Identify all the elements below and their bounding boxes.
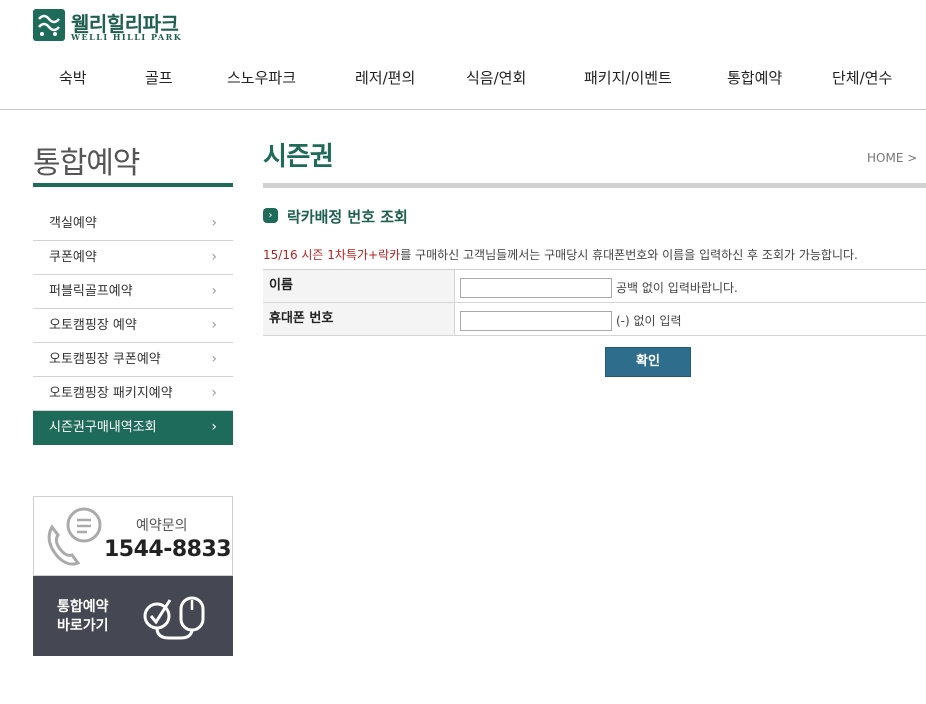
sidebar-item-label: 오토캠핑장 쿠폰예약 bbox=[49, 352, 161, 367]
sidebar-item-coupon[interactable]: 쿠폰예약 › bbox=[33, 241, 233, 275]
reservation-shortcut-button[interactable]: 통합예약 바로가기 bbox=[33, 576, 233, 656]
phone-hint: (-) 없이 입력 bbox=[616, 314, 682, 328]
notice-highlight: 15/16 시즌 1차특가+락카 bbox=[263, 248, 401, 262]
chevron-right-icon: › bbox=[211, 351, 217, 367]
chevron-right-icon: › bbox=[211, 419, 217, 435]
sidebar-item-public-golf[interactable]: 퍼블릭골프예약 › bbox=[33, 275, 233, 309]
page-title: 시즌권 bbox=[263, 142, 334, 172]
sidebar-item-seasonpass-history[interactable]: 시즌권구매내역조회 › bbox=[33, 411, 233, 445]
chevron-right-icon: › bbox=[211, 249, 217, 265]
nav-item-golf[interactable]: 골프 bbox=[145, 67, 173, 88]
sidebar-item-label: 객실예약 bbox=[49, 216, 97, 231]
nav-item-package[interactable]: 패키지/이벤트 bbox=[584, 67, 672, 88]
name-label: 이름 bbox=[263, 270, 455, 302]
main-navigation: 숙박 골프 스노우파크 레저/편의 식음/연회 패키지/이벤트 통합예약 단체/… bbox=[0, 60, 926, 96]
chevron-right-icon: › bbox=[211, 283, 217, 299]
nav-item-snowpark[interactable]: 스노우파크 bbox=[227, 67, 296, 88]
check-mouse-icon bbox=[141, 592, 211, 646]
shortcut-line-2: 바로가기 bbox=[57, 618, 109, 634]
header-divider bbox=[0, 109, 926, 110]
sidebar-item-room[interactable]: 객실예약 › bbox=[33, 207, 233, 241]
phone-label: 휴대폰 번호 bbox=[263, 303, 455, 335]
sidebar-title: 통합예약 bbox=[33, 146, 140, 181]
chevron-circle-icon: › bbox=[263, 208, 278, 223]
sidebar-item-label: 시즌권구매내역조회 bbox=[49, 420, 157, 435]
sidebar-item-label: 오토캠핑장 예약 bbox=[49, 318, 137, 333]
name-input[interactable] bbox=[460, 278, 612, 298]
contact-box: 예약문의 1544-8833 bbox=[33, 496, 233, 576]
contact-phone-number: 1544-8833 bbox=[104, 537, 232, 562]
confirm-button[interactable]: 확인 bbox=[605, 347, 691, 377]
nav-item-leisure[interactable]: 레저/편의 bbox=[355, 67, 415, 88]
sidebar-menu: 객실예약 › 쿠폰예약 › 퍼블릭골프예약 › 오토캠핑장 예약 › 오토캠핑장… bbox=[33, 207, 233, 445]
logo[interactable]: 웰리힐리파크 WELLI HILLI PARK bbox=[33, 9, 183, 43]
chevron-right-icon: › bbox=[211, 317, 217, 333]
phone-chat-icon bbox=[42, 505, 106, 573]
logo-mark-icon bbox=[33, 9, 65, 41]
notice-body: 를 구매하신 고객님들께서는 구매당시 휴대폰번호와 이름을 입력하신 후 조회… bbox=[400, 248, 858, 262]
chevron-right-icon: › bbox=[211, 215, 217, 231]
chevron-right-icon: › bbox=[211, 385, 217, 401]
form-row-name: 이름 공백 없이 입력바랍니다. bbox=[263, 270, 926, 303]
sidebar-item-autocamping[interactable]: 오토캠핑장 예약 › bbox=[33, 309, 233, 343]
breadcrumb[interactable]: HOME > bbox=[867, 151, 917, 165]
logo-text-en: WELLI HILLI PARK bbox=[71, 32, 183, 42]
shortcut-line-1: 통합예약 bbox=[57, 599, 109, 615]
nav-item-lodging[interactable]: 숙박 bbox=[59, 67, 87, 88]
sidebar-item-label: 쿠폰예약 bbox=[49, 250, 97, 265]
notice-text: 15/16 시즌 1차특가+락카를 구매하신 고객님들께서는 구매당시 휴대폰번… bbox=[263, 246, 858, 263]
sidebar-item-autocamping-coupon[interactable]: 오토캠핑장 쿠폰예약 › bbox=[33, 343, 233, 377]
nav-item-group[interactable]: 단체/연수 bbox=[832, 67, 892, 88]
phone-input[interactable] bbox=[460, 311, 612, 331]
page-title-underline bbox=[263, 183, 926, 188]
form-row-phone: 휴대폰 번호 (-) 없이 입력 bbox=[263, 303, 926, 336]
contact-label: 예약문의 bbox=[136, 518, 188, 534]
name-hint: 공백 없이 입력바랍니다. bbox=[616, 281, 738, 295]
lookup-form: 이름 공백 없이 입력바랍니다. 휴대폰 번호 (-) 없이 입력 bbox=[263, 269, 926, 336]
nav-item-reservation[interactable]: 통합예약 bbox=[727, 67, 782, 88]
section-title: 락카배정 번호 조회 bbox=[287, 208, 408, 226]
reservation-shortcut-label: 통합예약 바로가기 bbox=[57, 598, 109, 636]
sidebar-item-autocamping-package[interactable]: 오토캠핑장 패키지예약 › bbox=[33, 377, 233, 411]
nav-item-dining[interactable]: 식음/연회 bbox=[466, 67, 526, 88]
sidebar-title-underline bbox=[33, 183, 233, 187]
sidebar-item-label: 퍼블릭골프예약 bbox=[49, 284, 133, 299]
sidebar-item-label: 오토캠핑장 패키지예약 bbox=[49, 386, 173, 401]
